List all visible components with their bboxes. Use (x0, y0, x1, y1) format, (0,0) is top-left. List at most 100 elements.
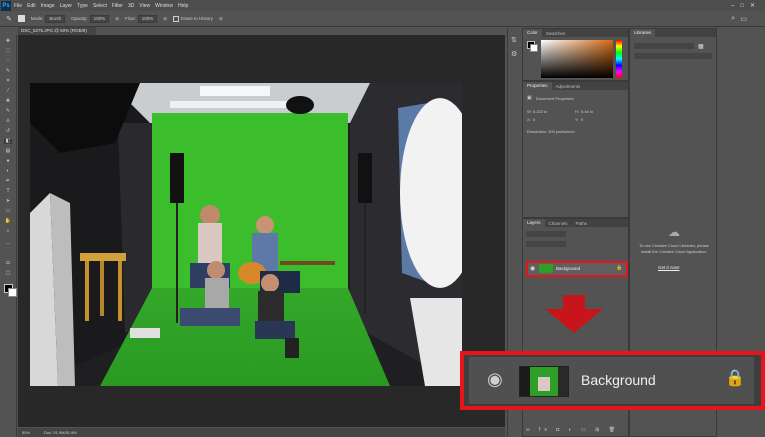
history-brush-tool-icon[interactable]: ↺ (4, 129, 12, 134)
hue-slider[interactable] (616, 40, 622, 78)
erase-history-label: Erase to History (181, 16, 214, 21)
menu-image[interactable]: Image (41, 3, 55, 9)
tab-layers[interactable]: Layers (523, 219, 545, 227)
flow-field[interactable]: 100% (137, 14, 158, 23)
tab-color[interactable]: Color (523, 29, 542, 37)
menu-type[interactable]: Type (77, 3, 88, 9)
x-value[interactable]: 0 (533, 117, 535, 122)
get-it-now-link[interactable]: Get it now! (658, 265, 680, 270)
library-select[interactable] (634, 43, 694, 49)
y-value[interactable]: 0 (581, 117, 583, 122)
doc-size: Doc: 51.9M/51.9M (44, 430, 77, 435)
mode-label: Mode: (30, 15, 44, 21)
eraser-tool-icon[interactable]: ◧ (4, 139, 12, 144)
x-label: X: (527, 117, 531, 122)
eye-icon[interactable]: ◉ (530, 265, 535, 272)
blur-tool-icon[interactable]: ● (4, 159, 12, 164)
red-arrow-head (545, 309, 603, 333)
search-icon[interactable]: ⌕ (731, 15, 735, 23)
red-arrow-shaft (563, 295, 585, 309)
quick-mask-icon[interactable]: ◘ (4, 261, 12, 266)
width-value[interactable]: 8.222 in (533, 109, 547, 114)
resolution-text: Resolution: 300 pixels/inch (527, 129, 575, 134)
pressure-opacity-icon[interactable]: ⊘ (115, 16, 119, 22)
menu-help[interactable]: Help (178, 3, 188, 9)
menu-3d[interactable]: 3D (128, 3, 134, 9)
gradient-tool-icon[interactable]: ▤ (4, 149, 12, 154)
workspace-icon[interactable]: ▭ (740, 15, 747, 23)
menu-layer[interactable]: Layer (60, 3, 73, 9)
callout-layer-name: Background (581, 372, 656, 388)
window-controls: – □ ✕ (731, 0, 755, 11)
menu-filter[interactable]: Filter (112, 3, 123, 9)
menu-window[interactable]: Window (155, 3, 173, 9)
tools-panel: ✥ ⬚ ◌ ✎ ⌗ ⁄ ✚ ✎ ♙ ↺ ◧ ▤ ● ◐ ✒ T ➤ ▭ ✋ ⌕ … (0, 35, 17, 437)
status-bar: 50% Doc: 51.9M/51.9M (18, 428, 505, 437)
layer-actions[interactable]: ∞ fx ◘ ◐ ▭ ⊞ 🗑 (526, 427, 619, 433)
hand-tool-icon[interactable]: ✋ (4, 219, 12, 224)
erase-history-checkbox[interactable] (173, 15, 180, 22)
blend-mode-select[interactable] (526, 241, 566, 247)
zoom-tool-icon[interactable]: ⌕ (4, 229, 12, 234)
maximize-button[interactable]: □ (740, 3, 744, 9)
minimize-button[interactable]: – (731, 3, 734, 9)
zoom-level[interactable]: 50% (22, 430, 30, 435)
tab-channels[interactable]: Channels (545, 221, 572, 226)
screen-mode-icon[interactable]: ▢ (4, 271, 12, 276)
menu-view[interactable]: View (139, 3, 150, 9)
callout-eye-icon: ◉ (487, 369, 503, 389)
menu-file[interactable]: File (14, 3, 22, 9)
background-color-swatch[interactable] (8, 288, 17, 297)
shape-tool-icon[interactable]: ▭ (4, 209, 12, 214)
document-tab[interactable]: DSC_5275.JPG @ 50% (RGB/8) (18, 27, 96, 35)
more-tools-icon[interactable]: … (4, 241, 12, 246)
height-value[interactable]: 5.44 in (581, 109, 593, 114)
cloud-icon: ☁ (668, 225, 680, 239)
tab-libraries[interactable]: Libraries (630, 29, 656, 37)
tab-adjustments[interactable]: Adjustments (552, 84, 585, 89)
tab-swatches[interactable]: Swatches (542, 31, 570, 36)
airbrush-icon[interactable]: ⊘ (163, 16, 167, 22)
brush-settings-icon[interactable]: ⚙ (511, 50, 517, 58)
grid-view-icon[interactable]: ▦ (698, 43, 704, 50)
document-icon: ▣ (527, 95, 532, 101)
brush-tool-icon[interactable]: ✎ (4, 109, 12, 114)
layer-filter-select[interactable] (526, 231, 566, 237)
lasso-tool-icon[interactable]: ◌ (4, 59, 12, 64)
tab-properties[interactable]: Properties (523, 82, 552, 90)
brush-icon[interactable]: ✎ (6, 15, 12, 23)
library-search-input[interactable] (634, 53, 712, 59)
stamp-tool-icon[interactable]: ♙ (4, 119, 12, 124)
path-select-tool-icon[interactable]: ➤ (4, 199, 12, 204)
pen-tool-icon[interactable]: ✒ (4, 179, 12, 184)
dodge-tool-icon[interactable]: ◐ (4, 169, 12, 174)
marquee-tool-icon[interactable]: ⬚ (4, 49, 12, 54)
photoshop-logo: Ps (1, 0, 11, 11)
eyedropper-tool-icon[interactable]: ⁄ (4, 89, 12, 94)
opacity-field[interactable]: 100% (89, 14, 110, 23)
pressure-size-icon[interactable]: ⊘ (219, 16, 223, 22)
callout-layer-row: ◉ Background 🔒 (469, 357, 754, 404)
move-tool-icon[interactable]: ✥ (4, 39, 12, 44)
history-icon[interactable]: ⇅ (511, 36, 517, 44)
brush-preset-swatch[interactable] (17, 15, 25, 22)
y-label: Y: (575, 117, 579, 122)
color-field[interactable] (541, 40, 613, 78)
libraries-message: To use Creative Cloud Libraries, please … (639, 243, 709, 254)
menu-select[interactable]: Select (93, 3, 107, 9)
options-bar: ✎ Mode: Brush Opacity: 100% ⊘ Flow: 100% ⊘ … (0, 11, 765, 27)
callout-layer-thumbnail (519, 366, 569, 397)
tab-paths[interactable]: Paths (572, 221, 592, 226)
type-tool-icon[interactable]: T (4, 189, 12, 194)
callout-lock-icon: 🔒 (725, 370, 745, 387)
crop-tool-icon[interactable]: ⌗ (4, 79, 12, 84)
layer-name[interactable]: Background (556, 266, 580, 271)
bg-color-chip[interactable] (530, 44, 538, 52)
layer-row-background[interactable]: ◉ Background 🔒 (526, 261, 628, 277)
menu-edit[interactable]: Edit (27, 3, 36, 9)
healing-tool-icon[interactable]: ✚ (4, 99, 12, 104)
menu-bar: Ps File Edit Image Layer Type Select Fil… (0, 0, 765, 11)
quick-select-tool-icon[interactable]: ✎ (4, 69, 12, 74)
mode-select[interactable]: Brush (45, 14, 66, 23)
close-button[interactable]: ✕ (750, 2, 755, 9)
